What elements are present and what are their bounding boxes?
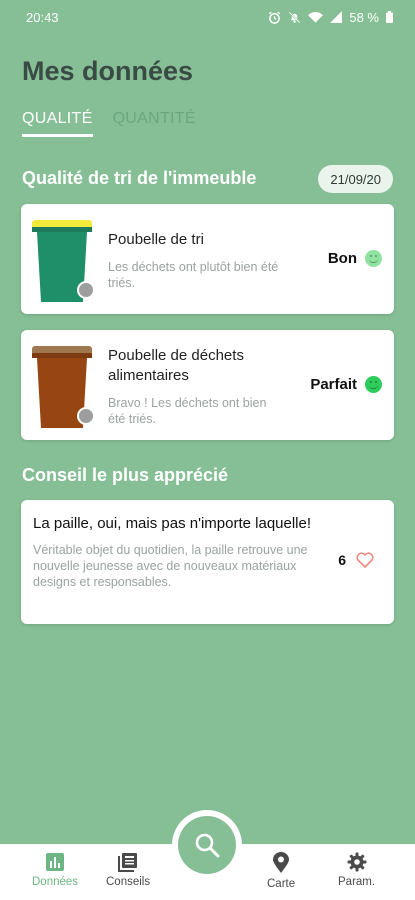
tab-bar: QUALITÉ QUANTITÉ — [22, 110, 196, 137]
bin-name: Poubelle de tri — [108, 231, 204, 248]
search-button[interactable] — [178, 816, 236, 874]
battery-percent: 58 % — [349, 9, 379, 25]
likes-count: 6 — [338, 552, 346, 568]
search-icon — [195, 833, 220, 858]
nav-label: Param. — [338, 876, 376, 888]
bin-description: Bravo ! Les déchets ont bien été triés. — [108, 396, 267, 426]
rating-label: Bon — [327, 250, 357, 267]
bin-rating: Bon — [328, 250, 382, 267]
bar-chart-icon — [46, 853, 65, 871]
bin-rating: Parfait — [310, 376, 382, 393]
heart-icon[interactable] — [356, 552, 374, 568]
nav-label: Données — [32, 876, 79, 888]
bin-name: Poubelle de déchets alimentaires — [108, 347, 244, 384]
food-waste-bin-icon — [32, 346, 95, 428]
wifi-icon — [308, 11, 324, 23]
nav-item-param[interactable]: Param. — [338, 852, 375, 888]
gear-icon — [347, 852, 367, 872]
status-bar: 20:43 58 % — [0, 0, 415, 34]
battery-icon — [386, 11, 393, 23]
nav-label: Conseils — [106, 876, 151, 888]
bin-card-sorting[interactable]: Poubelle de tri Les déchets ont plutôt b… — [21, 204, 394, 314]
likes: 6 — [338, 552, 374, 568]
bin-text: Poubelle de déchets alimentaires Bravo !… — [108, 346, 279, 427]
tip-body: Véritable objet du quotidien, la paille … — [33, 543, 308, 589]
alarm-icon — [269, 11, 281, 24]
signal-icon — [330, 11, 343, 23]
nav-item-conseils[interactable]: Conseils — [106, 852, 150, 888]
page-title: Mes données — [22, 56, 194, 86]
tip-title: La paille, oui, mais pas n'importe laque… — [33, 515, 312, 532]
smiley-face-icon — [365, 376, 382, 393]
nav-label: Carte — [267, 878, 296, 890]
date-chip[interactable]: 21/09/20 — [318, 165, 393, 193]
bin-description: Les déchets ont plutôt bien été triés. — [108, 260, 279, 290]
news-icon — [118, 853, 138, 872]
nav-item-donnees[interactable]: Données — [32, 852, 78, 888]
tip-card[interactable]: La paille, oui, mais pas n'importe laque… — [21, 500, 394, 624]
tab-quantite[interactable]: QUANTITÉ — [113, 110, 196, 137]
quality-section-title: Qualité de tri de l'immeuble — [22, 168, 257, 188]
advice-section-title: Conseil le plus apprécié — [22, 465, 229, 485]
nav-item-carte[interactable]: Carte — [267, 852, 295, 890]
status-time: 20:43 — [26, 9, 59, 25]
rating-label: Parfait — [310, 376, 357, 393]
tab-qualite[interactable]: QUALITÉ — [22, 110, 93, 137]
notifications-off-icon — [289, 11, 301, 23]
bin-text: Poubelle de tri Les déchets ont plutôt b… — [108, 230, 279, 291]
map-pin-icon — [273, 852, 290, 873]
bin-card-food-waste[interactable]: Poubelle de déchets alimentaires Bravo !… — [21, 330, 394, 440]
recycling-bin-icon — [32, 220, 95, 302]
smiley-face-icon — [365, 250, 382, 267]
status-icons: 58 % — [268, 10, 393, 25]
